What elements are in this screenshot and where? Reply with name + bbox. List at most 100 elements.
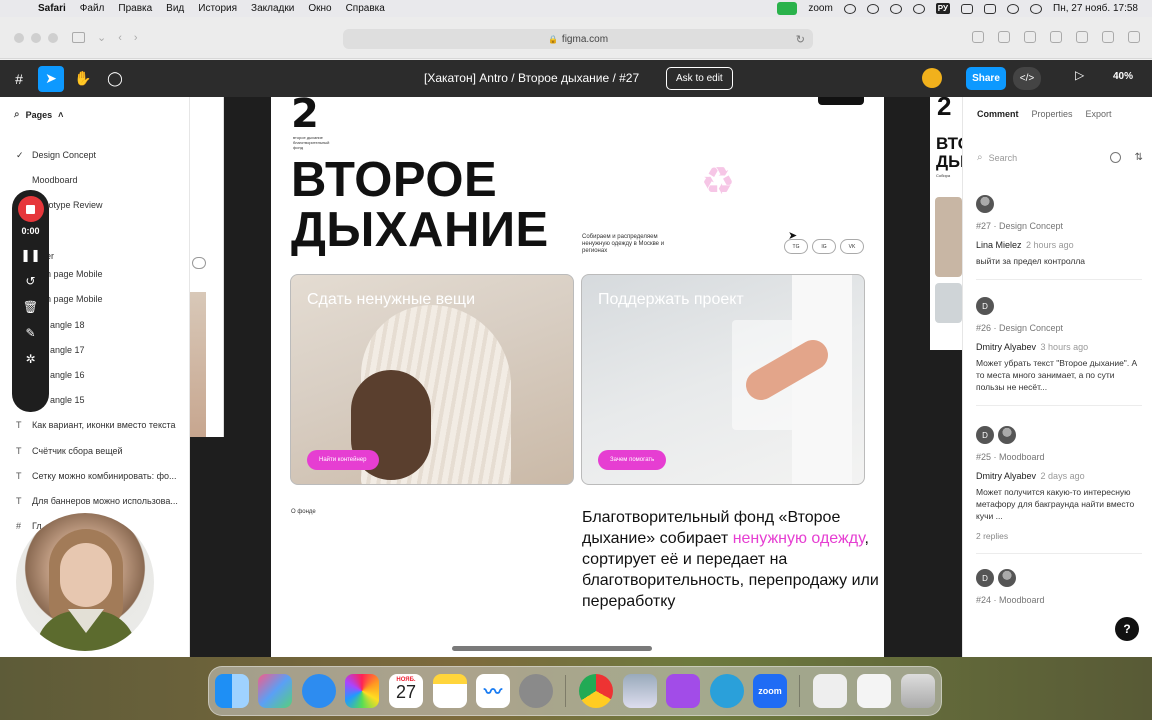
tab-properties[interactable]: Properties	[1032, 109, 1073, 119]
search-icon[interactable]	[1007, 3, 1020, 14]
layer-item-text[interactable]: T Счётчик сбора вещей	[16, 444, 188, 458]
webcam-video[interactable]	[16, 513, 154, 651]
play-icon[interactable]	[912, 3, 925, 14]
notes-icon[interactable]	[433, 674, 467, 708]
minimize-window-button[interactable]	[31, 32, 41, 43]
layer-item-text[interactable]: T Как вариант, иконки вместо текста	[16, 418, 188, 432]
back-icon[interactable]: ‹	[118, 32, 122, 44]
hand-tool-icon[interactable]: ✋	[70, 66, 96, 92]
menubar-datetime[interactable]: Пн, 27 нояб. 17:58	[1053, 3, 1138, 14]
frame-left-partial[interactable]	[190, 97, 224, 437]
chrome-icon[interactable]	[579, 674, 613, 708]
comment-item[interactable]: D #26 · Design Concept Dmitry Alyabev 3 …	[976, 297, 1142, 406]
effects-icon[interactable]: ✲	[25, 352, 35, 366]
bluetooth-icon[interactable]	[889, 3, 902, 14]
pen-icon[interactable]: ✎	[25, 326, 35, 340]
user-avatar[interactable]	[922, 68, 942, 88]
layer-item-text[interactable]: T Сетку можно комбинировать: фо...	[16, 469, 188, 483]
control-center-icon[interactable]	[984, 3, 997, 14]
shazam-icon[interactable]	[866, 3, 879, 14]
zoom-level-dropdown[interactable]: 40%	[1113, 71, 1133, 82]
new-tab-icon[interactable]	[1102, 31, 1114, 43]
freeform-icon[interactable]: 〰	[476, 674, 510, 708]
settings-icon[interactable]	[843, 3, 856, 14]
pause-icon[interactable]: ❚❚	[20, 248, 40, 262]
move-tool-icon[interactable]: ➤	[38, 65, 64, 92]
telegram-icon[interactable]	[710, 674, 744, 708]
search-input[interactable]: Search	[989, 153, 1018, 163]
input-language-badge[interactable]: РУ	[935, 3, 951, 14]
card-title: Поддержать проект	[598, 291, 744, 308]
settings-gear-icon[interactable]	[1050, 31, 1062, 43]
figma-main-menu-icon[interactable]: #	[6, 66, 32, 92]
siri-icon[interactable]	[1030, 3, 1043, 14]
present-play-icon[interactable]: ▷	[1075, 68, 1084, 82]
menu-bookmarks[interactable]: Закладки	[251, 3, 294, 14]
comment-ref: #24 · Moodboard	[976, 595, 1045, 605]
page-item-moodboard[interactable]: Moodboard	[16, 173, 78, 187]
sidebar-toggle-icon[interactable]	[72, 32, 85, 43]
filter-icon[interactable]	[1109, 152, 1121, 163]
photos-icon[interactable]	[345, 674, 379, 708]
avatar: D	[976, 426, 994, 444]
sort-icon[interactable]: ⇅	[1135, 152, 1143, 163]
menu-edit[interactable]: Правка	[118, 3, 152, 14]
extension-icon[interactable]	[972, 31, 984, 43]
tab-export[interactable]: Export	[1086, 109, 1112, 119]
zoom-app-icon[interactable]: zoom	[753, 674, 787, 708]
password-icon[interactable]	[1024, 31, 1036, 43]
preview-icon[interactable]	[623, 674, 657, 708]
dev-mode-toggle[interactable]: </>	[1013, 67, 1041, 90]
comment-replies[interactable]: 2 replies	[976, 531, 1142, 541]
comment-search[interactable]: ⌕ Search ⇅	[977, 152, 1143, 163]
share-button[interactable]: Share	[966, 67, 1006, 90]
podcasts-icon[interactable]	[666, 674, 700, 708]
tab-overview-icon[interactable]	[1128, 31, 1140, 43]
figma-canvas[interactable]: 2 второе дыхание благотворительный фонд …	[190, 97, 962, 657]
menu-help[interactable]: Справка	[346, 3, 385, 14]
pages-header[interactable]: ⌕ Pages ˄	[14, 109, 63, 120]
zoom-camera-icon[interactable]	[777, 2, 798, 15]
minimized-window-thumbnail[interactable]	[857, 674, 891, 708]
calendar-icon[interactable]: НОЯБ. 27	[389, 674, 423, 708]
help-button[interactable]: ?	[1115, 617, 1139, 641]
tab-comment[interactable]: Comment	[977, 109, 1019, 119]
menu-history[interactable]: История	[198, 3, 237, 14]
translate-icon[interactable]	[998, 31, 1010, 43]
horizontal-scrollbar[interactable]	[452, 646, 652, 651]
page-item-design-concept[interactable]: ✓ Design Concept	[16, 148, 96, 162]
frame-right-partial[interactable]: 2 ВТО ДЫ Собира	[930, 97, 962, 350]
safari-icon[interactable]	[302, 674, 336, 708]
comment-item[interactable]: D #25 · Moodboard Dmitry Alyabev 2 days …	[976, 426, 1142, 554]
close-window-button[interactable]	[14, 32, 24, 43]
battery-icon[interactable]	[961, 3, 974, 14]
ask-to-edit-button[interactable]: Ask to edit	[666, 67, 733, 90]
comment-item[interactable]: D #24 · Moodboard	[976, 569, 1142, 614]
trash-icon[interactable]: 🗑	[23, 300, 38, 314]
frame-design-concept[interactable]: 2 второе дыхание благотворительный фонд …	[271, 97, 884, 657]
menu-window[interactable]: Окно	[308, 3, 331, 14]
reload-icon[interactable]: ↻	[796, 33, 805, 46]
file-title[interactable]: [Хакатон] Antro / Второе дыхание / #27	[424, 71, 639, 85]
finder-icon[interactable]	[215, 674, 249, 708]
card-image	[935, 197, 962, 277]
address-bar[interactable]: 🔒 figma.com ↻	[343, 29, 813, 49]
menu-app-safari[interactable]: Safari	[38, 3, 66, 14]
layer-item-text[interactable]: T Для баннеров можно использова...	[16, 494, 188, 508]
search-icon[interactable]: ⌕	[14, 109, 20, 120]
zoom-window-button[interactable]	[48, 32, 58, 43]
stop-recording-button[interactable]	[17, 196, 44, 222]
forward-icon[interactable]: ›	[134, 32, 138, 44]
comment-item[interactable]: #27 · Design Concept Lina Mielez 2 hours…	[976, 195, 1142, 280]
system-settings-icon[interactable]	[519, 674, 553, 708]
chevron-down-icon[interactable]: ⌄	[97, 31, 106, 44]
minimized-window-thumbnail[interactable]	[813, 674, 847, 708]
launchpad-icon[interactable]	[258, 674, 292, 708]
restart-icon[interactable]: ↺	[25, 274, 35, 288]
zoom-status-label[interactable]: zoom	[808, 3, 832, 14]
menu-file[interactable]: Файл	[80, 3, 105, 14]
trash-icon[interactable]	[901, 674, 935, 708]
share-icon[interactable]	[1076, 31, 1088, 43]
comment-tool-icon[interactable]: ◯	[102, 66, 128, 92]
menu-view[interactable]: Вид	[166, 3, 184, 14]
